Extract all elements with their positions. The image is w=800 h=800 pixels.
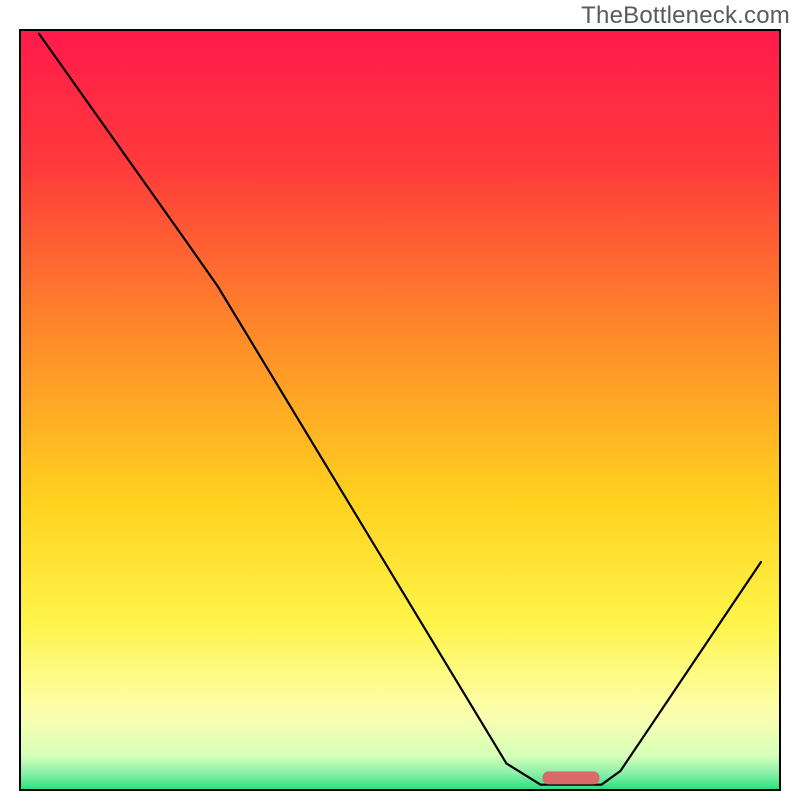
chart-background (20, 30, 780, 790)
optimum-marker (543, 771, 600, 784)
chart-container: TheBottleneck.com (0, 0, 800, 800)
watermark-text: TheBottleneck.com (581, 2, 790, 30)
bottleneck-chart (0, 0, 800, 800)
